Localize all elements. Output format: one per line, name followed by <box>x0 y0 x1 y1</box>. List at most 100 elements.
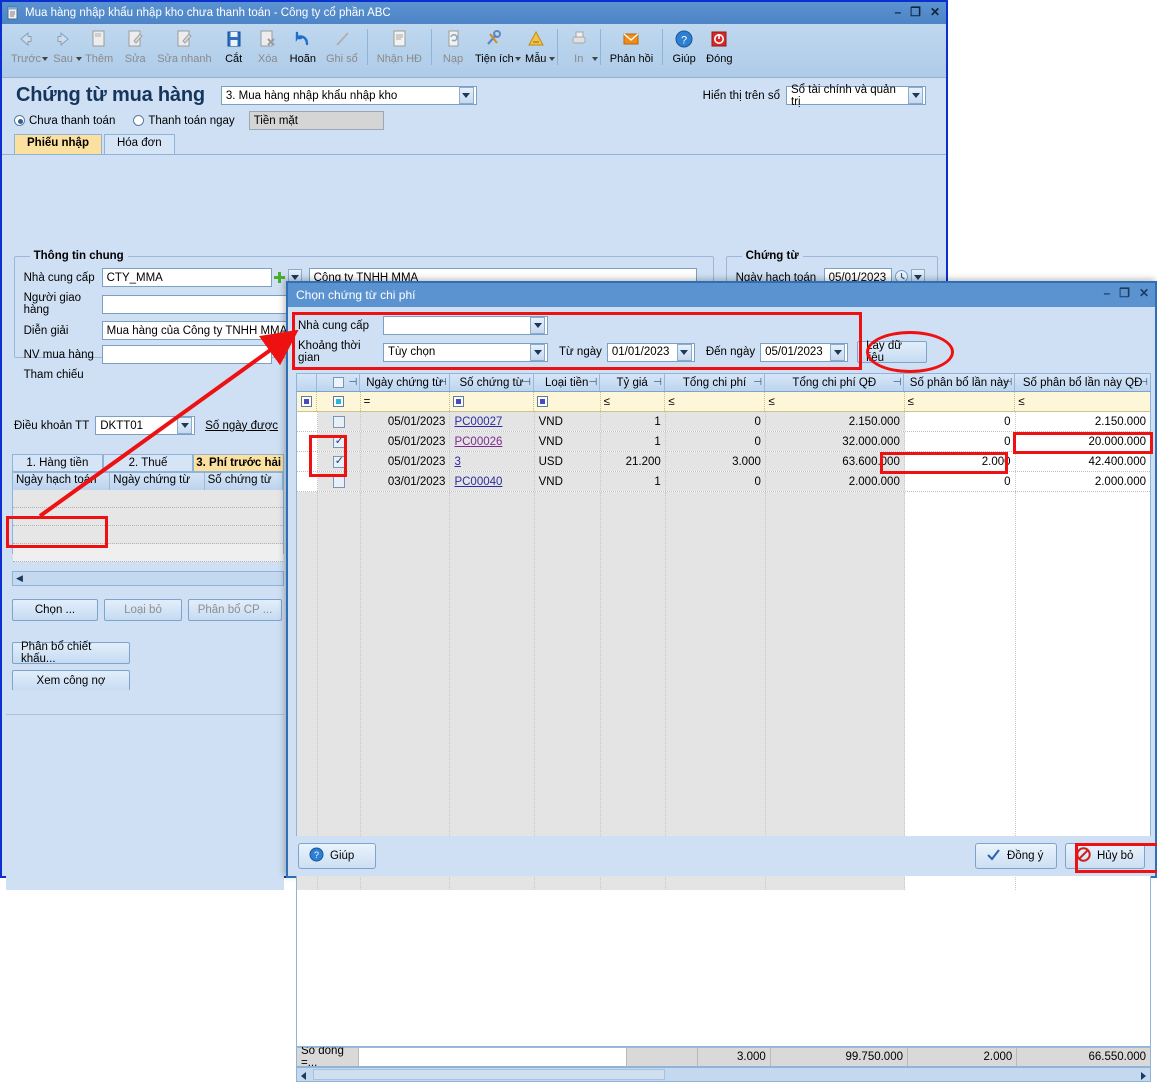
filter-supplier-select[interactable] <box>383 316 548 335</box>
checkbox-icon[interactable] <box>332 415 345 428</box>
select-all-checkbox-icon[interactable] <box>332 377 344 388</box>
table-row[interactable]: 05/01/2023 PC00026 VND 1 0 32.000.000 0 … <box>297 432 1150 452</box>
tab-hoa-don[interactable]: Hóa đơn <box>103 134 175 154</box>
pin-icon[interactable]: ⊣ <box>753 377 762 388</box>
cell-so-phan-bo-lan-nay-qd[interactable]: 2.000.000 <box>1016 472 1150 491</box>
toolbar-button-nhanhd[interactable]: Nhận HĐ <box>372 27 427 75</box>
maximize-button[interactable]: ❐ <box>910 4 921 20</box>
filter-from-date[interactable]: 01/01/2023 <box>606 342 695 362</box>
help-button[interactable]: ? Giúp <box>298 843 376 869</box>
voucher-type-select[interactable]: 3. Mua hàng nhập khẩu nhập kho <box>220 86 477 105</box>
choose-button[interactable]: Chọn ... <box>12 599 98 621</box>
pin-icon[interactable]: ⊣ <box>653 377 662 388</box>
chevron-down-icon[interactable] <box>530 343 545 361</box>
dialog-minimize-button[interactable]: – <box>1103 285 1110 301</box>
detail-grid-row[interactable] <box>13 508 283 526</box>
grid-col-select-all[interactable]: ⊣ <box>317 374 361 391</box>
filter-op-so-phan-bo-qd[interactable]: ≤ <box>1015 392 1150 411</box>
scroll-left-icon[interactable]: ◀ <box>16 573 23 584</box>
filter-op-select[interactable] <box>317 392 361 411</box>
scroll-left-icon[interactable] <box>301 1072 306 1080</box>
cell-so-phan-bo-lan-nay[interactable]: 2.000 <box>905 452 1016 471</box>
voucher-number-link[interactable]: PC00040 <box>454 476 502 488</box>
toolbar-button-sua[interactable]: Sửa <box>118 27 152 75</box>
toolbar-button-giup[interactable]: ? Giúp <box>667 27 701 75</box>
table-row[interactable]: 05/01/2023 3 USD 21.200 3.000 63.600.000… <box>297 452 1150 472</box>
table-row[interactable]: 03/01/2023 PC00040 VND 1 0 2.000.000 0 2… <box>297 472 1150 492</box>
filter-op-tong-chi-phi-qd[interactable]: ≤ <box>765 392 905 411</box>
row-select-checkbox[interactable] <box>317 412 361 431</box>
voucher-number-link[interactable]: PC00027 <box>454 416 502 428</box>
toolbar-button-suanhanh[interactable]: Sửa nhanh <box>152 27 216 75</box>
filter-op-loai-tien[interactable] <box>534 392 601 411</box>
chevron-down-icon[interactable] <box>530 317 545 334</box>
pin-icon[interactable]: ⊣ <box>893 377 902 388</box>
days-allowed-link[interactable]: Số ngày được <box>205 420 278 432</box>
filter-op-so-phan-bo[interactable]: ≤ <box>905 392 1016 411</box>
checkbox-icon[interactable] <box>332 434 345 448</box>
chevron-down-icon[interactable] <box>458 87 474 104</box>
view-debt-button[interactable]: Xem công nợ <box>12 670 130 692</box>
radio-chua-thanh-toan[interactable]: Chưa thanh toán <box>14 115 115 127</box>
tab-phieu-nhap[interactable]: Phiếu nhập <box>14 134 102 154</box>
filter-op-ngay-chung-tu[interactable]: = <box>361 392 451 411</box>
row-select-checkbox[interactable] <box>317 432 361 451</box>
cell-so-phan-bo-lan-nay[interactable]: 0 <box>905 472 1016 491</box>
toolbar-button-tienich[interactable]: Tiện ích <box>470 27 521 75</box>
cell-so-chung-tu[interactable]: PC00027 <box>450 412 535 431</box>
toolbar-button-sau[interactable]: Sau <box>46 27 83 75</box>
pin-icon[interactable]: ⊣ <box>522 377 531 388</box>
row-select-checkbox[interactable] <box>317 472 361 491</box>
ok-button[interactable]: Đồng ý <box>975 843 1057 869</box>
filter-op-tong-chi-phi[interactable]: ≤ <box>665 392 766 411</box>
dialog-maximize-button[interactable]: ❐ <box>1119 285 1130 301</box>
toolbar-button-dong[interactable]: Đóng <box>701 27 737 75</box>
cell-so-chung-tu[interactable]: PC00026 <box>450 432 535 451</box>
display-on-book-select[interactable]: Sổ tài chính và quản trị <box>786 84 926 108</box>
chevron-down-icon[interactable] <box>908 87 923 104</box>
close-button[interactable]: ✕ <box>930 4 940 20</box>
toolbar-button-xoa[interactable]: Xóa <box>251 27 285 75</box>
detail-grid-row[interactable] <box>13 526 283 544</box>
minimize-button[interactable]: – <box>894 4 901 20</box>
detail-tab-thue[interactable]: 2. Thuế <box>102 454 194 472</box>
row-select-checkbox[interactable] <box>317 452 361 471</box>
pin-icon[interactable]: ⊣ <box>1004 377 1013 388</box>
voucher-number-link[interactable]: 3 <box>454 456 460 468</box>
buyer-input[interactable] <box>101 345 272 365</box>
fetch-data-button[interactable]: Lấy dữ liệu <box>857 340 928 364</box>
cell-so-phan-bo-lan-nay-qd[interactable]: 42.400.000 <box>1016 452 1150 471</box>
filter-op-ty-gia[interactable]: ≤ <box>601 392 666 411</box>
voucher-number-link[interactable]: PC00026 <box>454 436 502 448</box>
cell-so-phan-bo-lan-nay-qd[interactable]: 20.000.000 <box>1016 432 1150 451</box>
detail-tab-hang-tien[interactable]: 1. Hàng tiền <box>12 454 103 472</box>
chevron-down-icon[interactable] <box>830 343 846 361</box>
detail-grid-hscrollbar[interactable]: ◀ <box>12 571 284 586</box>
radio-thanh-toan-ngay[interactable]: Thanh toán ngay <box>133 115 235 127</box>
filter-operator-icon[interactable] <box>332 396 344 407</box>
cell-so-phan-bo-lan-nay[interactable]: 0 <box>905 432 1016 451</box>
filter-operator-icon[interactable] <box>301 396 313 407</box>
cell-so-phan-bo-lan-nay[interactable]: 0 <box>905 412 1016 431</box>
allocate-discount-button[interactable]: Phân bổ chiết khấu... <box>12 641 130 665</box>
toolbar-button-ghiso[interactable]: Ghi sổ <box>321 27 363 75</box>
pin-icon[interactable]: ⊣ <box>1139 377 1148 388</box>
checkbox-icon[interactable] <box>332 475 345 488</box>
cell-so-chung-tu[interactable]: PC00040 <box>450 472 535 491</box>
detail-tab-phi-truoc-hai-quan[interactable]: 3. Phí trước hải quan <box>193 454 285 486</box>
filter-op-corner[interactable] <box>297 392 318 411</box>
cell-so-chung-tu[interactable]: 3 <box>450 452 535 471</box>
filter-op-so-chung-tu[interactable] <box>450 392 535 411</box>
pin-icon[interactable]: ⊣ <box>349 377 358 388</box>
remove-button[interactable]: Loại bỏ <box>104 599 182 621</box>
chevron-down-icon[interactable] <box>177 417 193 434</box>
scroll-right-icon[interactable] <box>1141 1072 1146 1080</box>
pin-icon[interactable]: ⊣ <box>589 377 598 388</box>
dialog-close-button[interactable]: ✕ <box>1139 285 1149 301</box>
filter-operator-icon[interactable] <box>537 396 549 407</box>
filter-to-date[interactable]: 05/01/2023 <box>760 342 849 362</box>
toolbar-button-mau[interactable]: Mẫu <box>519 27 555 75</box>
toolbar-button-phanhoi[interactable]: Phản hồi <box>605 27 658 75</box>
toolbar-button-them[interactable]: Thêm <box>80 27 118 75</box>
chevron-down-icon[interactable] <box>548 57 555 61</box>
